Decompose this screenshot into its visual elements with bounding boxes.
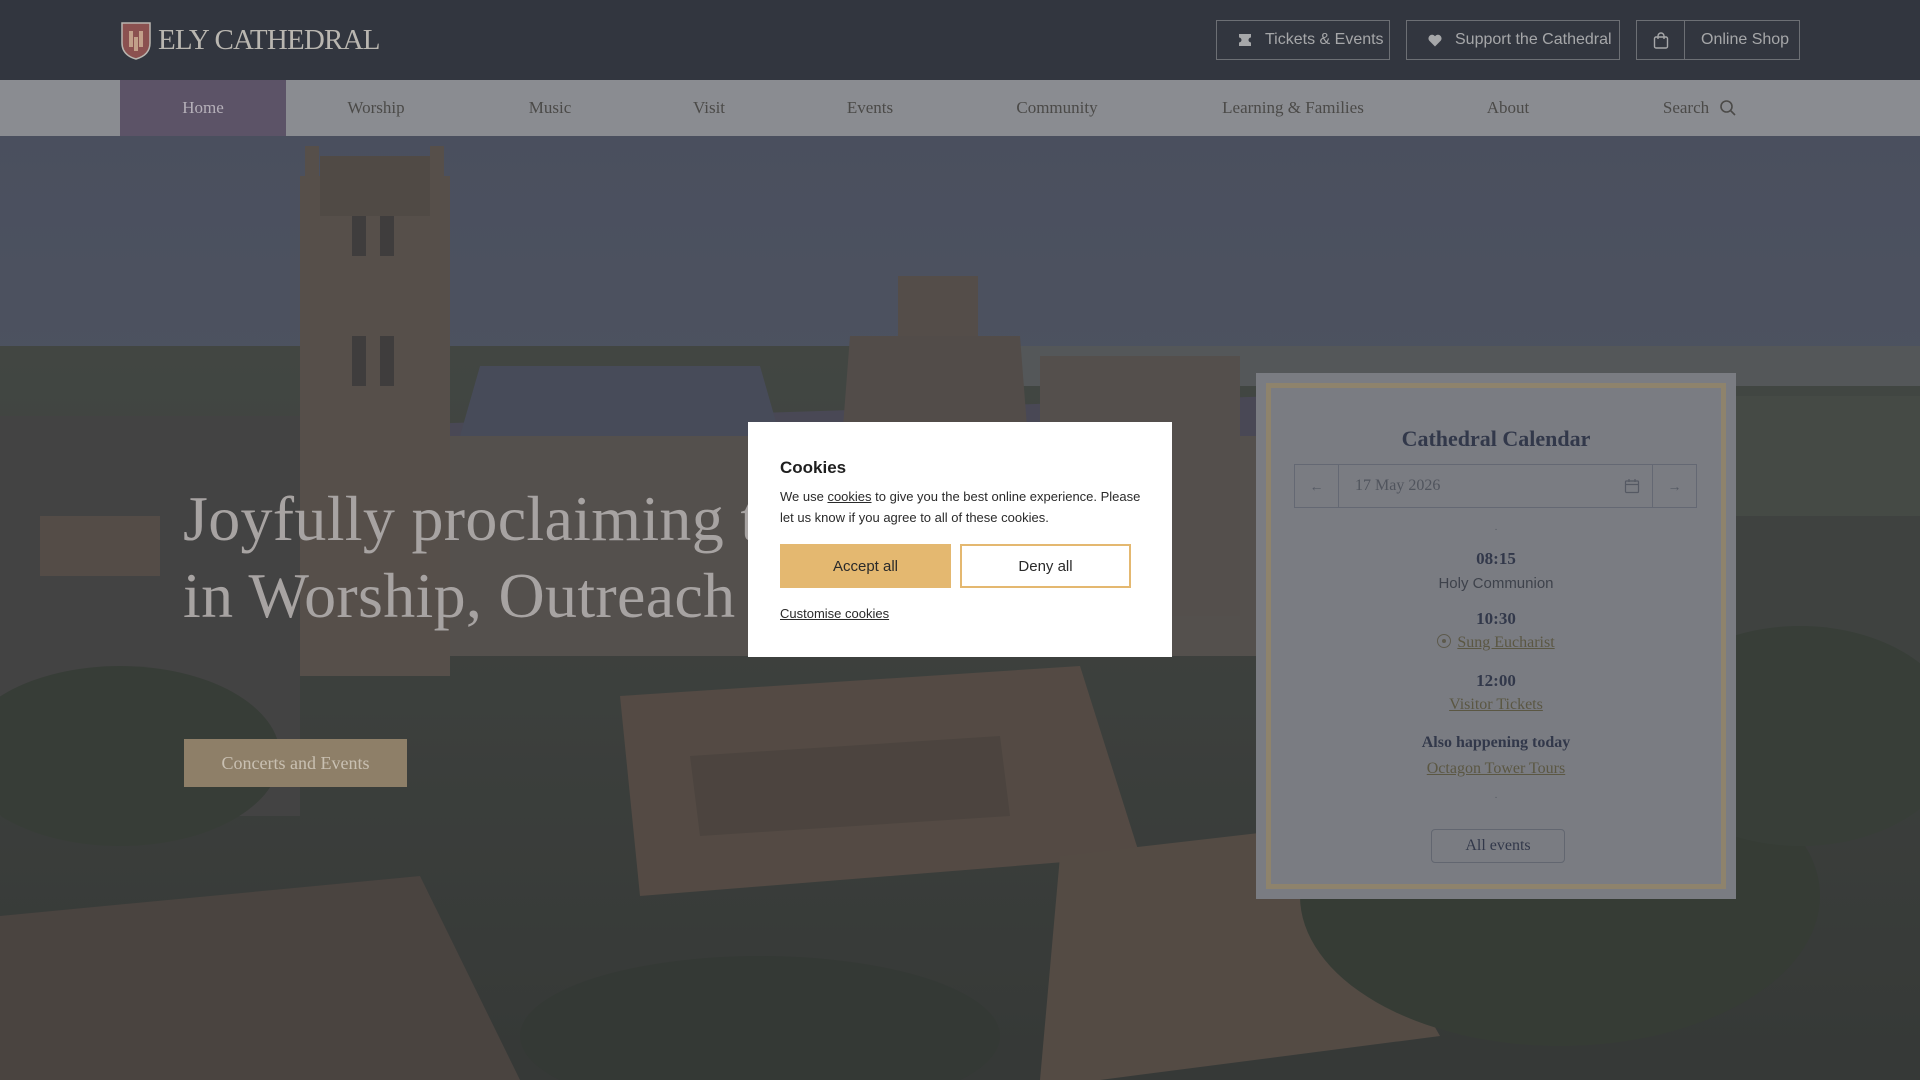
event-time: 08:15 <box>1476 549 1516 568</box>
arrow-right-icon: → <box>1667 478 1682 494</box>
nav-search-label: Search <box>1662 98 1710 117</box>
date-input[interactable]: 17 May 2026 <box>1339 465 1652 507</box>
customise-cookies-link[interactable]: Customise cookies <box>780 606 889 621</box>
date-value: 17 May 2026 <box>1355 477 1441 494</box>
tickets-events-label: Tickets & Events <box>1265 31 1384 48</box>
nav-item-events[interactable]: Events <box>820 80 920 136</box>
arrow-left-icon: ← <box>1309 478 1324 494</box>
accept-all-cookies-button[interactable]: Accept all <box>780 544 951 588</box>
site-logo[interactable]: ELY CATHEDRAL <box>120 19 380 61</box>
cookie-consent-dialog: Cookies We use cookies to give you the b… <box>748 422 1172 657</box>
online-shop-label: Online Shop <box>1701 31 1790 48</box>
calendar-frame: Cathedral Calendar ← 17 May 2026 → · 08:… <box>1266 383 1726 889</box>
nav-item-about[interactable]: About <box>1460 80 1556 136</box>
support-cathedral-label: Support the Cathedral <box>1455 31 1612 48</box>
nav-search-button[interactable]: Search <box>1640 80 1760 136</box>
nav-item-community[interactable]: Community <box>990 80 1124 136</box>
next-day-button[interactable]: → <box>1652 465 1696 507</box>
calendar-icon <box>1624 479 1640 494</box>
nav-item-visit[interactable]: Visit <box>668 80 750 136</box>
calendar-title: Cathedral Calendar <box>1401 426 1591 451</box>
cookie-text-prefix: We use <box>780 489 828 504</box>
heart-icon <box>1427 32 1443 48</box>
search-icon <box>1720 100 1736 116</box>
main-navigation <box>0 80 1920 136</box>
nav-item-worship[interactable]: Worship <box>318 80 434 136</box>
event-link-label: Sung Eucharist <box>1457 634 1555 651</box>
cathedral-crest-icon <box>121 22 151 60</box>
nav-item-home[interactable]: Home <box>120 80 286 136</box>
event-time: 12:00 <box>1476 671 1516 690</box>
cookies-policy-link[interactable]: cookies <box>827 489 871 504</box>
live-stream-icon <box>1437 634 1452 648</box>
tickets-events-button[interactable]: Tickets & Events <box>1216 20 1390 60</box>
date-picker: ← 17 May 2026 → <box>1294 464 1697 508</box>
deny-all-cookies-button[interactable]: Deny all <box>960 544 1131 588</box>
separator-dot: · <box>1494 792 1498 803</box>
event-link-sung-eucharist[interactable]: Sung Eucharist <box>1271 634 1721 652</box>
nav-item-music[interactable]: Music <box>500 80 600 136</box>
previous-day-button[interactable]: ← <box>1295 465 1339 507</box>
also-happening-heading: Also happening today <box>1421 734 1571 751</box>
separator-dot: · <box>1494 524 1498 535</box>
event-name: Holy Communion <box>1438 575 1554 592</box>
event-time: 10:30 <box>1476 609 1516 628</box>
ticket-icon <box>1237 32 1253 48</box>
support-cathedral-button[interactable]: Support the Cathedral <box>1406 20 1620 60</box>
cookie-dialog-text: We use cookies to give you the best onli… <box>780 486 1148 528</box>
online-shop-button[interactable]: Online Shop <box>1636 20 1800 60</box>
cookie-dialog-title: Cookies <box>780 458 847 477</box>
all-events-button[interactable]: All events <box>1431 829 1565 863</box>
logo-text: ELY CATHEDRAL <box>158 23 380 56</box>
cathedral-calendar-panel: Cathedral Calendar ← 17 May 2026 → · 08:… <box>1256 373 1736 899</box>
event-link-octagon-tours[interactable]: Octagon Tower Tours <box>1271 760 1721 778</box>
shopping-bag-icon <box>1637 21 1685 59</box>
nav-item-learning-families[interactable]: Learning & Families <box>1200 80 1386 136</box>
event-link-visitor-tickets[interactable]: Visitor Tickets <box>1271 696 1721 714</box>
concerts-events-button[interactable]: Concerts and Events <box>184 739 407 787</box>
